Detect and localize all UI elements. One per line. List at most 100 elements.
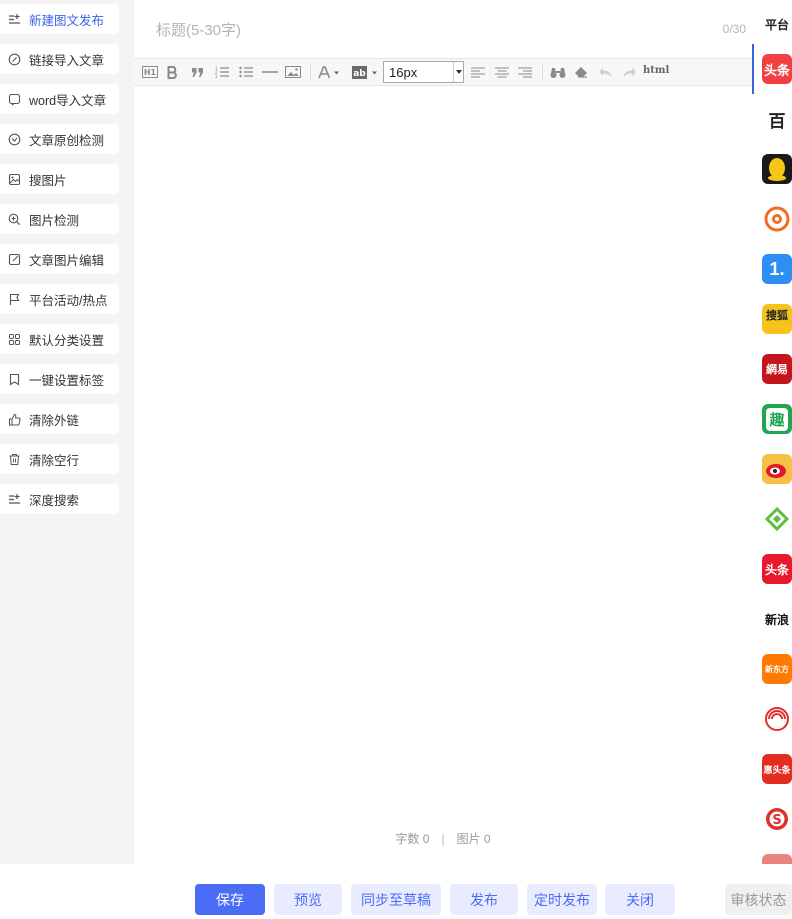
editor-content-area[interactable] [134,86,752,816]
dropdown-arrow-icon [453,62,463,82]
baijiahao-logo[interactable]: 百 [762,104,792,134]
ordered-list-icon[interactable]: 123 [214,63,229,81]
sidebar-item-image-search[interactable]: 搜图片 [0,164,119,194]
sidebar-item-tags[interactable]: 一键设置标签 [0,364,119,394]
sidebar-item-label: word导入文章 [29,93,107,108]
sidebar-item-label: 图片检测 [29,213,80,228]
undo-icon[interactable] [598,63,613,81]
toutiao-2-logo[interactable]: 头条 [762,554,792,584]
word-import-icon [8,93,21,106]
toutiao-logo[interactable]: 头条 [762,54,792,84]
align-left-icon[interactable] [471,63,485,81]
close-button[interactable]: 关闭 [605,884,675,915]
phoenix-icon [765,707,789,731]
image-count: 图片 0 [456,832,491,846]
logo-text: 头条 [763,62,790,78]
green-logo[interactable] [762,504,792,534]
word-count: 字数 0 [395,832,430,846]
svg-text:3: 3 [215,74,218,78]
original-check-icon [8,133,21,146]
sidebar-item-label: 清除空行 [29,453,80,468]
platform-title: 平台 [765,18,790,32]
quote-icon[interactable] [190,63,204,81]
sync-draft-button[interactable]: 同步至草稿 [351,884,441,915]
insert-image-icon[interactable] [285,63,301,81]
red-logo[interactable]: 惠头条 [762,754,792,784]
font-size-select[interactable]: 16px [383,61,464,83]
sidebar-item-original-check[interactable]: 文章原创检测 [0,124,119,154]
fenghuang-logo[interactable] [762,704,792,734]
sidebar-item-new-post[interactable]: 新建图文发布 [0,4,119,34]
link-icon [8,53,21,66]
deep-search-icon [8,493,21,506]
editor-panel: 0/30 H1 123 [134,0,752,864]
review-status-button[interactable]: 审核状态 [725,884,792,915]
logo-text: 搜狐 [766,310,788,322]
sidebar-item-label: 链接导入文章 [29,53,105,68]
logo-text: 1. [769,258,785,279]
yidian-logo[interactable]: 1. [762,254,792,284]
orange-logo[interactable]: 新东方 [762,654,792,684]
editor-toolbar: H1 123 ab 16px html [134,58,752,86]
flag-icon [8,293,21,306]
unordered-list-icon[interactable] [238,63,253,81]
sidebar-item-clear-blank[interactable]: 清除空行 [0,444,119,474]
penguin-icon [768,158,786,181]
font-size-value: 16px [389,64,418,80]
toolbar-divider [542,64,543,80]
green-diamond-icon [765,507,789,531]
logo-text: 新浪 [764,612,789,627]
weibo-orange-logo[interactable] [762,204,792,234]
font-color-icon[interactable] [318,63,340,81]
sidebar-item-image-check[interactable]: 图片检测 [0,204,119,234]
highlight-color-icon[interactable]: ab [352,63,380,81]
sidebar-item-label: 文章图片编辑 [29,253,105,268]
sougou-s-icon: S [766,808,788,830]
publish-button[interactable]: 发布 [450,884,518,915]
sidebar-item-word-import[interactable]: word导入文章 [0,84,119,114]
sohu-logo[interactable]: 搜狐 [762,304,792,334]
grid-icon [8,333,21,346]
logo-text: 網易 [766,364,788,376]
sidebar-item-activity[interactable]: 平台活动/热点 [0,284,119,314]
partial-logo[interactable] [762,854,792,864]
schedule-publish-button[interactable]: 定时发布 [527,884,597,915]
stats-separator: | [441,832,445,846]
xinlang-logo[interactable]: 新浪 [762,604,792,634]
sidebar-item-clear-links[interactable]: 清除外链 [0,404,119,434]
logo-text: 头条 [764,562,789,577]
qq-logo[interactable] [762,154,792,184]
save-button[interactable]: 保存 [195,884,265,915]
sidebar-item-image-edit[interactable]: 文章图片编辑 [0,244,119,274]
new-post-icon [8,13,21,26]
svg-text:H1: H1 [144,68,157,77]
heading-icon[interactable]: H1 [142,63,158,81]
qutoutiao-logo[interactable]: 趣 [762,404,792,434]
title-row: 0/30 [134,0,752,58]
netease-logo[interactable]: 網易 [762,354,792,384]
find-replace-icon[interactable] [550,63,566,81]
align-right-icon[interactable] [518,63,532,81]
left-sidebar: 新建图文发布 链接导入文章 word导入文章 文章原创检测 搜图片 图片检测 文… [0,0,134,864]
platform-column: 平台 头条 百 1. 搜狐 網易 趣 头条 新浪 新东方 惠头条 S [752,0,792,864]
logo-text: 趣 [766,407,788,431]
redo-icon[interactable] [622,63,637,81]
title-char-counter: 0/30 [722,22,746,36]
sougou-logo[interactable]: S [762,804,792,834]
sina-weibo-logo[interactable] [762,454,792,484]
bold-icon[interactable] [166,63,178,81]
horizontal-rule-icon[interactable] [262,63,278,81]
preview-button[interactable]: 预览 [274,884,342,915]
svg-text:ab: ab [353,69,366,79]
clear-format-icon[interactable] [574,63,589,81]
sidebar-item-link-import[interactable]: 链接导入文章 [0,44,119,74]
bookmark-icon [8,373,21,386]
trash-icon [8,453,21,466]
logo-text: 新东方 [765,664,789,674]
align-center-icon[interactable] [495,63,509,81]
sidebar-item-deep-search[interactable]: 深度搜索 [0,484,119,514]
sidebar-item-category[interactable]: 默认分类设置 [0,324,119,354]
edit-icon [8,253,21,266]
title-input[interactable] [156,18,676,42]
html-source-button[interactable]: html [643,65,669,76]
